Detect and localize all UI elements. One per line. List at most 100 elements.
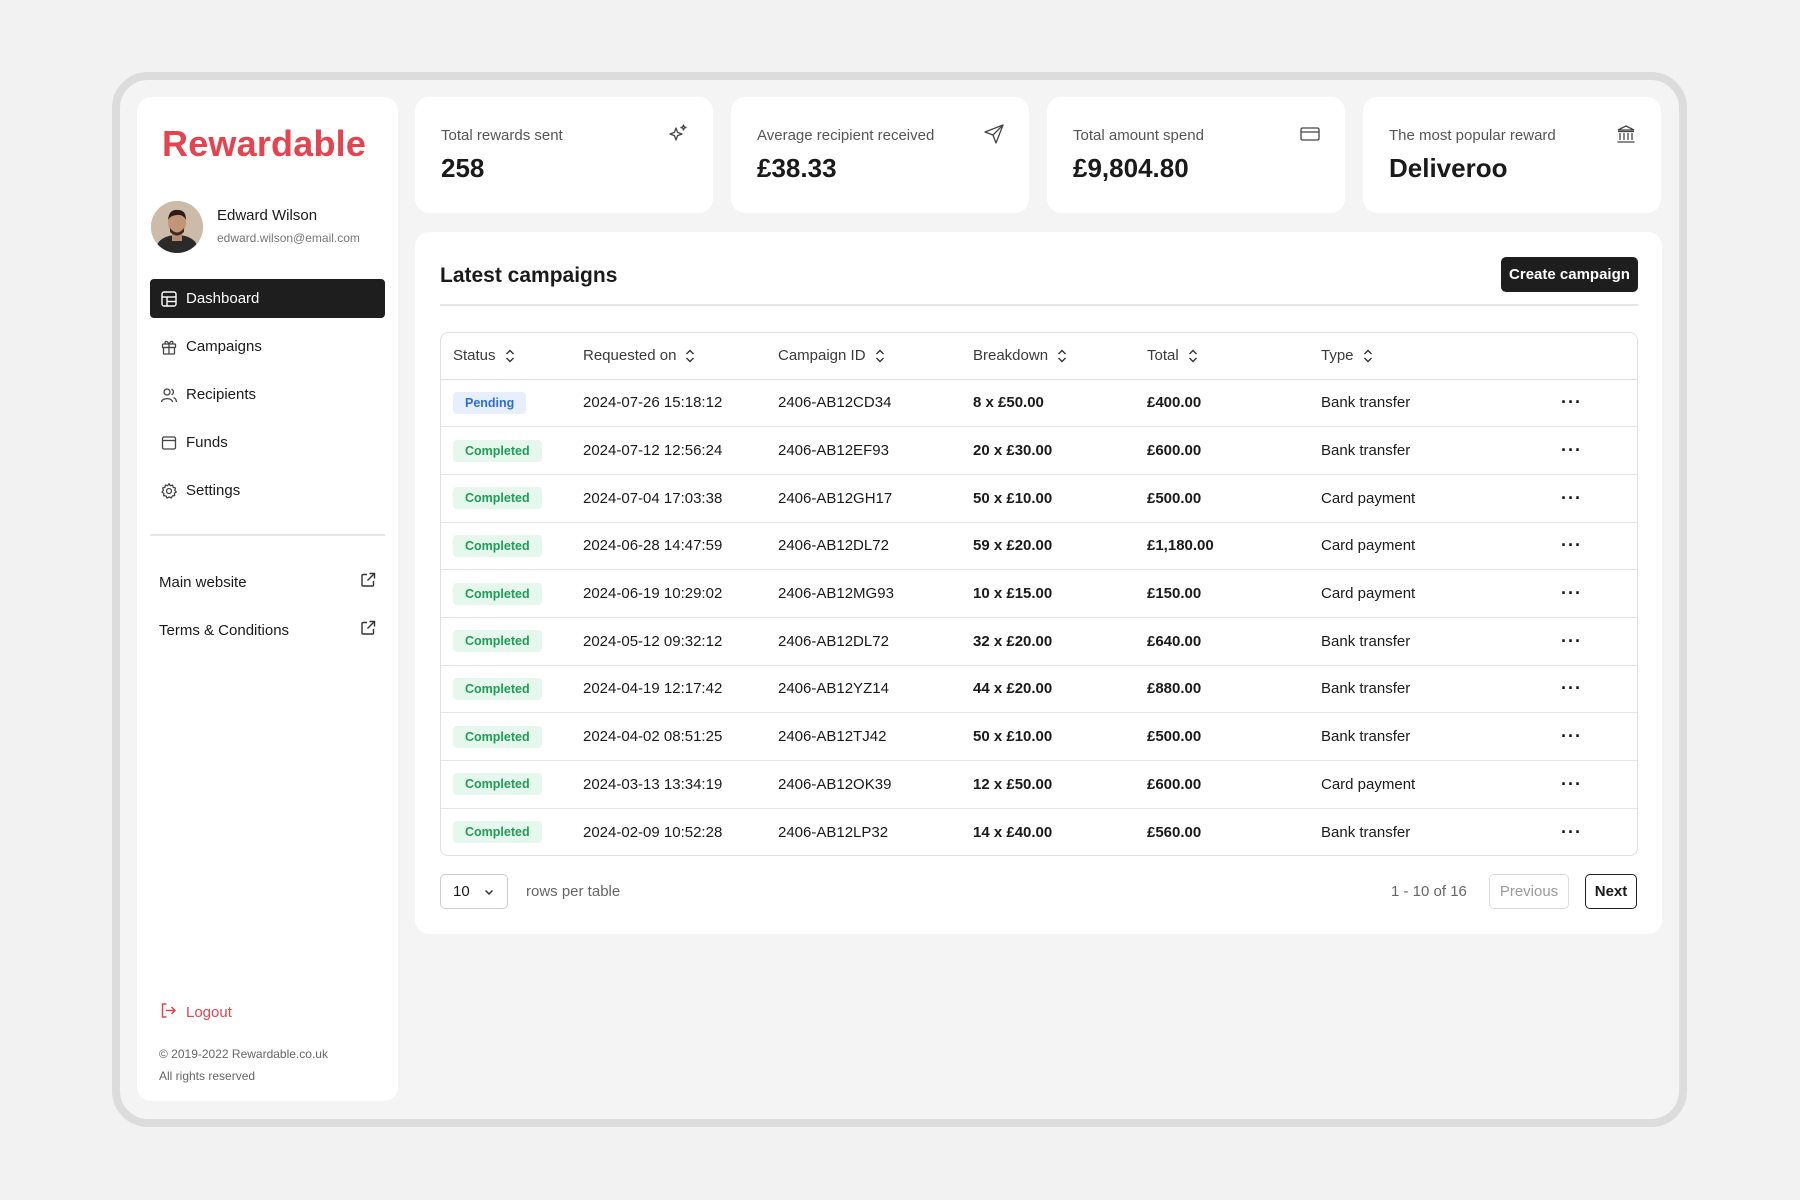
next-page-button[interactable]: Next <box>1585 874 1637 909</box>
breakdown-cell: 50 x £10.00 <box>961 712 1135 761</box>
total-cell: £640.00 <box>1135 617 1309 666</box>
sidebar-item-dashboard[interactable]: Dashboard <box>150 279 385 318</box>
more-options-icon[interactable]: ··· <box>1561 678 1582 698</box>
rows-per-page-select[interactable]: 10 <box>440 874 508 909</box>
sparkle-icon <box>667 123 689 145</box>
total-cell: £880.00 <box>1135 665 1309 714</box>
stat-label: Total amount spend <box>1073 127 1204 144</box>
column-header-campaign-id[interactable]: Campaign ID <box>766 333 961 380</box>
rows-per-page-label: rows per table <box>526 883 621 900</box>
sidebar-item-settings[interactable]: Settings <box>150 471 385 510</box>
total-cell: £560.00 <box>1147 823 1202 841</box>
more-options-icon[interactable]: ··· <box>1561 631 1582 651</box>
requested-on-cell: 2024-02-09 10:52:28 <box>583 823 723 841</box>
actions-cell: ··· <box>1549 474 1637 523</box>
more-options-icon[interactable]: ··· <box>1561 392 1582 412</box>
status-badge: Pending <box>453 391 527 414</box>
table-row[interactable]: Completed 2024-07-04 17:03:38 2406-AB12GH1… <box>441 474 1637 523</box>
status-badge: Completed <box>453 439 542 462</box>
actions-cell: ··· <box>1549 808 1637 855</box>
column-header-status[interactable]: Status <box>441 333 571 380</box>
create-campaign-button[interactable]: Create campaign <box>1501 257 1638 292</box>
stat-value: Deliveroo <box>1389 153 1508 183</box>
table-row[interactable]: Completed 2024-05-12 09:32:12 2406-AB12DL7… <box>441 617 1637 666</box>
status-cell: Completed <box>441 617 571 666</box>
requested-on-cell: 2024-05-12 09:32:12 <box>571 617 766 666</box>
actions-cell: ··· <box>1549 712 1637 761</box>
status-cell: Completed <box>441 808 571 855</box>
external-link-icon <box>359 619 377 641</box>
total-cell: £600.00 <box>1135 426 1309 475</box>
total-cell: £500.00 <box>1135 712 1309 761</box>
sidebar-item-funds[interactable]: Funds <box>150 423 385 462</box>
table-row[interactable]: Completed 2024-06-19 10:29:02 2406-AB12MG9… <box>441 569 1637 618</box>
requested-on-cell: 2024-04-02 08:51:25 <box>571 712 766 761</box>
sidebar-item-campaigns[interactable]: Campaigns <box>150 327 385 366</box>
more-options-icon[interactable]: ··· <box>1561 488 1582 508</box>
campaign-id-cell: 2406-AB12DL72 <box>766 617 961 666</box>
more-options-icon[interactable]: ··· <box>1561 822 1582 842</box>
column-header-total[interactable]: Total <box>1135 333 1309 380</box>
type-cell: Card payment <box>1309 474 1549 523</box>
external-link-icon <box>359 571 377 593</box>
table-row[interactable]: Completed 2024-06-28 14:47:59 2406-AB12DL7… <box>441 522 1637 571</box>
sort-icon <box>1188 349 1197 363</box>
chevron-down-icon <box>484 889 494 896</box>
sidebar-item-recipients[interactable]: Recipients <box>150 375 385 414</box>
campaign-id-cell: 2406-AB12MG93 <box>766 569 961 618</box>
table-row[interactable]: Completed 2024-04-02 08:51:25 2406-AB12TJ4… <box>441 712 1637 761</box>
type-cell: Bank transfer <box>1309 665 1549 714</box>
bank-icon <box>1615 123 1637 145</box>
rights-line: All rights reserved <box>159 1069 256 1083</box>
campaign-id-cell: 2406-AB12GH17 <box>766 474 961 523</box>
sidebar-item-label: Dashboard <box>186 290 260 307</box>
logout-button[interactable]: Logout <box>159 1001 232 1024</box>
sidebar-nav: Dashboard Campaigns Recipients Funds Set… <box>150 279 385 519</box>
column-header-requested-on[interactable]: Requested on <box>571 333 766 380</box>
main-website-link[interactable]: Main website <box>159 570 377 594</box>
column-header-type[interactable]: Type <box>1309 333 1549 380</box>
status-cell: Completed <box>441 760 571 809</box>
breakdown-cell: 20 x £30.00 <box>961 426 1135 475</box>
sort-icon <box>1058 349 1067 363</box>
stat-label: Average recipient received <box>757 127 935 144</box>
wallet-icon <box>160 434 178 452</box>
user-profile[interactable]: Edward Wilson edward.wilson@email.com <box>151 201 391 253</box>
main-website-label: Main website <box>159 573 247 591</box>
status-badge: Completed <box>453 725 542 748</box>
table-row[interactable]: Pending 2024-07-26 15:18:12 2406-AB12CD34 8… <box>441 379 1637 428</box>
more-options-icon[interactable]: ··· <box>1561 774 1582 794</box>
terms-link[interactable]: Terms & Conditions <box>159 618 377 642</box>
avatar <box>151 201 203 253</box>
more-options-icon[interactable]: ··· <box>1561 535 1582 555</box>
sidebar: Rewardable Edward Wilson edward.wilson@e… <box>137 97 398 1101</box>
stat-value: £9,804.80 <box>1073 153 1189 183</box>
table-row[interactable]: Completed 2024-07-12 12:56:24 2406-AB12EF9… <box>441 426 1637 475</box>
breakdown-cell: 8 x £50.00 <box>961 379 1135 428</box>
column-header-breakdown[interactable]: Breakdown <box>961 333 1135 380</box>
previous-page-button[interactable]: Previous <box>1489 874 1569 909</box>
table-row[interactable]: Completed 2024-03-13 13:34:19 2406-AB12OK3… <box>441 760 1637 809</box>
type-cell: Card payment <box>1309 760 1549 809</box>
more-options-icon[interactable]: ··· <box>1561 726 1582 746</box>
breakdown-cell: 32 x £20.00 <box>961 617 1135 666</box>
more-options-icon[interactable]: ··· <box>1561 440 1582 460</box>
status-cell: Completed <box>441 712 571 761</box>
table-row[interactable]: Completed 2024-04-19 12:17:42 2406-AB12YZ1… <box>441 665 1637 714</box>
status-badge: Completed <box>453 582 542 605</box>
campaign-id-cell: 2406-AB12EF93 <box>766 426 961 475</box>
stat-card-popular-reward: The most popular reward Deliveroo <box>1363 97 1661 213</box>
type-cell: Bank transfer <box>1321 823 1411 841</box>
status-cell: Completed <box>441 665 571 714</box>
dashboard-icon <box>160 290 178 308</box>
status-badge: Completed <box>453 487 542 510</box>
table-row[interactable]: Completed 2024-02-09 10:52:28 2406-AB12LP3… <box>441 808 1637 855</box>
type-cell: Bank transfer <box>1309 712 1549 761</box>
more-options-icon[interactable]: ··· <box>1561 583 1582 603</box>
logout-icon <box>159 1001 186 1024</box>
breakdown-cell: 50 x £10.00 <box>961 474 1135 523</box>
stat-card-total-rewards: Total rewards sent 258 <box>415 97 713 213</box>
brand-logo[interactable]: Rewardable <box>162 123 366 165</box>
status-badge: Completed <box>453 677 542 700</box>
actions-cell: ··· <box>1549 426 1637 475</box>
